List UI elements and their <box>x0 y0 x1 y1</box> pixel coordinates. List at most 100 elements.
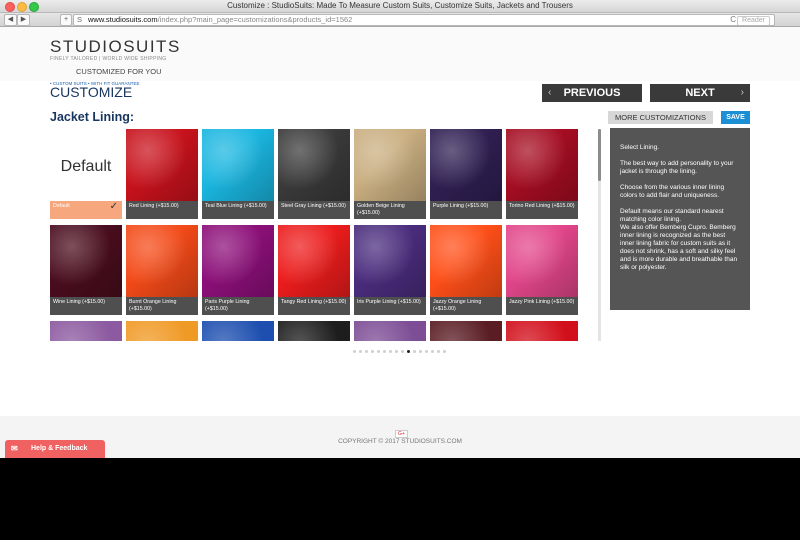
lining-swatch <box>202 321 274 341</box>
lining-grid: Default Default ✓ Red Lining (+$15.00) Te… <box>50 129 590 341</box>
lining-option[interactable] <box>126 321 198 341</box>
lining-option[interactable]: Jazzy Orange Lining (+$15.00) <box>430 225 502 315</box>
chevron-left-icon: ‹ <box>548 87 552 98</box>
lining-caption: Paris Purple Lining (+$15.00) <box>202 297 274 315</box>
default-swatch: Default <box>50 129 122 201</box>
pager-dot[interactable] <box>395 350 398 353</box>
lining-caption: Jazzy Pink Lining (+$15.00) <box>506 297 578 315</box>
next-button[interactable]: NEXT › <box>650 84 750 102</box>
lining-swatch <box>126 321 198 341</box>
lining-swatch <box>278 321 350 341</box>
pager-dot[interactable] <box>383 350 386 353</box>
pager-dot[interactable] <box>377 350 380 353</box>
chevron-right-icon: › <box>740 87 744 98</box>
default-swatch-text: Default <box>60 158 112 175</box>
grid-scrollbar[interactable] <box>598 129 601 341</box>
previous-label: PREVIOUS <box>563 87 621 99</box>
more-customizations-button[interactable]: MORE CUSTOMIZATIONS <box>608 111 713 124</box>
lining-caption: Steel Gray Lining (+$15.00) <box>278 201 350 219</box>
lining-swatch <box>506 321 578 341</box>
lining-option[interactable]: Burnt Orange Lining (+$15.00) <box>126 225 198 315</box>
pager-dot[interactable] <box>443 350 446 353</box>
pager-dot[interactable] <box>413 350 416 353</box>
lining-option[interactable] <box>506 321 578 341</box>
pager-dot[interactable] <box>359 350 362 353</box>
lining-caption: Torino Red Lining (+$15.00) <box>506 201 578 219</box>
pager-dot[interactable] <box>401 350 404 353</box>
next-label: NEXT <box>685 87 715 99</box>
info-heading: Select Lining. <box>620 144 660 151</box>
lining-option[interactable] <box>50 321 122 341</box>
lining-swatch <box>430 321 502 341</box>
pager-dot[interactable] <box>365 350 368 353</box>
lining-caption: Jazzy Orange Lining (+$15.00) <box>430 297 502 315</box>
pager-dot[interactable] <box>437 350 440 353</box>
lining-swatch <box>430 225 502 297</box>
lining-swatch <box>50 225 122 297</box>
site-subtitle: CUSTOMIZED FOR YOU <box>76 67 162 76</box>
previous-button[interactable]: ‹ PREVIOUS <box>542 84 642 102</box>
lining-option[interactable] <box>430 321 502 341</box>
lining-option[interactable]: Wine Lining (+$15.00) <box>50 225 122 315</box>
lining-caption: Burnt Orange Lining (+$15.00) <box>126 297 198 315</box>
info-text: Default means our standard nearest match… <box>620 208 724 223</box>
lining-option[interactable] <box>278 321 350 341</box>
title-bar: Customize : StudioSuits: Made To Measure… <box>0 0 800 13</box>
lining-caption: Teal Blue Lining (+$15.00) <box>202 201 274 219</box>
section-title: Jacket Lining: <box>50 110 135 124</box>
lining-swatch <box>506 225 578 297</box>
lining-swatch <box>354 321 426 341</box>
pager-dot[interactable] <box>419 350 422 353</box>
lining-option[interactable]: Steel Gray Lining (+$15.00) <box>278 129 350 219</box>
lining-swatch <box>202 225 274 297</box>
info-panel: Select Lining. The best way to add perso… <box>610 128 750 310</box>
page-title: CUSTOMIZE <box>50 84 133 100</box>
lining-swatch <box>126 225 198 297</box>
lining-caption: Golden Beige Lining (+$15.00) <box>354 201 426 219</box>
pager-dot[interactable] <box>431 350 434 353</box>
lining-option[interactable]: Golden Beige Lining (+$15.00) <box>354 129 426 219</box>
copyright-text: COPYRIGHT © 2017 STUDIOSUITS.COM <box>338 438 462 445</box>
lining-swatch <box>126 129 198 201</box>
google-plus-icon[interactable]: G+ <box>395 430 408 438</box>
lining-option[interactable]: Tangy Red Lining (+$15.00) <box>278 225 350 315</box>
pager-dot[interactable] <box>353 350 356 353</box>
new-tab-button[interactable]: + <box>60 14 72 26</box>
lining-caption: Iris Purple Lining (+$15.00) <box>354 297 426 315</box>
lining-option[interactable]: Iris Purple Lining (+$15.00) <box>354 225 426 315</box>
pager-dot[interactable] <box>425 350 428 353</box>
reload-icon[interactable]: C <box>730 15 736 25</box>
save-button[interactable]: SAVE <box>721 111 750 124</box>
lining-option[interactable]: Teal Blue Lining (+$15.00) <box>202 129 274 219</box>
lining-option[interactable] <box>202 321 274 341</box>
site-logo[interactable]: STUDIOSUITS <box>50 37 181 57</box>
reader-button[interactable]: Reader <box>737 15 770 25</box>
checkmark-icon: ✓ <box>109 201 118 212</box>
lining-swatch <box>354 129 426 201</box>
lining-option[interactable]: Purple Lining (+$15.00) <box>430 129 502 219</box>
lining-option[interactable]: Jazzy Pink Lining (+$15.00) <box>506 225 578 315</box>
lining-option[interactable]: Paris Purple Lining (+$15.00) <box>202 225 274 315</box>
site-footer: G+ COPYRIGHT © 2017 STUDIOSUITS.COM <box>0 416 800 458</box>
lining-swatch <box>202 129 274 201</box>
help-feedback-label: Help & Feedback <box>31 445 88 452</box>
lining-swatch <box>50 321 122 341</box>
forward-button[interactable]: ▶ <box>17 14 30 26</box>
lining-option[interactable]: Red Lining (+$15.00) <box>126 129 198 219</box>
site-header: STUDIOSUITS FINELY TAILORED | WORLD WIDE… <box>0 27 800 81</box>
lining-caption: Red Lining (+$15.00) <box>126 201 198 219</box>
lining-option[interactable]: Torino Red Lining (+$15.00) <box>506 129 578 219</box>
address-bar[interactable]: S www.studiosuits.com/index.php?main_pag… <box>73 14 775 26</box>
lining-option[interactable] <box>354 321 426 341</box>
pager-dot[interactable] <box>371 350 374 353</box>
back-button[interactable]: ◀ <box>4 14 17 26</box>
window-title: Customize : StudioSuits: Made To Measure… <box>227 1 573 10</box>
pager-dot[interactable] <box>407 350 410 353</box>
lining-option-default[interactable]: Default Default ✓ <box>50 129 122 219</box>
scroll-thumb[interactable] <box>598 129 601 181</box>
help-feedback-button[interactable]: ✉ Help & Feedback <box>5 440 105 458</box>
lining-swatch <box>278 225 350 297</box>
pager-dot[interactable] <box>389 350 392 353</box>
lining-caption: Tangy Red Lining (+$15.00) <box>278 297 350 315</box>
lining-swatch <box>278 129 350 201</box>
